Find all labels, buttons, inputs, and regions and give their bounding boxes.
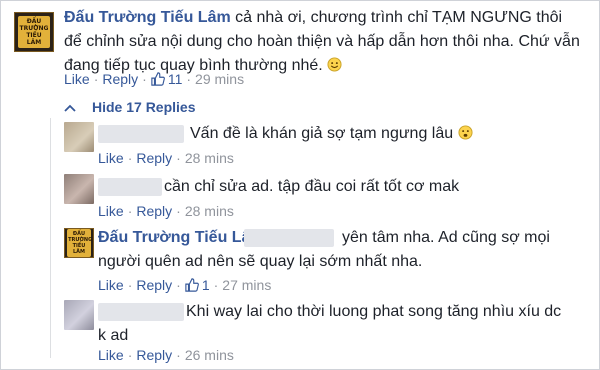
like-link[interactable]: Like bbox=[98, 202, 124, 220]
redacted-author-name[interactable] bbox=[98, 178, 162, 196]
reply-text: Khi way lai cho thời luong phat song tăn… bbox=[98, 303, 562, 344]
reply-time[interactable]: 28 mins bbox=[185, 202, 234, 220]
like-count[interactable]: 1 bbox=[202, 276, 210, 294]
reply-avatar[interactable] bbox=[64, 174, 94, 204]
reply-time[interactable]: 26 mins bbox=[185, 346, 234, 364]
reply-actions: Like · Reply · 1 · 27 mins bbox=[98, 276, 272, 294]
comment-time[interactable]: 29 mins bbox=[195, 70, 244, 88]
redacted-author-name[interactable] bbox=[98, 125, 184, 143]
hide-replies-label: Hide 17 Replies bbox=[92, 99, 196, 115]
like-link[interactable]: Like bbox=[98, 149, 124, 167]
like-link[interactable]: Like bbox=[98, 346, 124, 364]
like-count[interactable]: 11 bbox=[168, 70, 183, 88]
reply-text: Vấn đề là khán giả sợ tạm ngưng lâu bbox=[190, 125, 454, 142]
reply-thread-line bbox=[50, 118, 51, 358]
page-avatar[interactable]: ĐẤU TRƯỜNG TIẾU LÂM bbox=[64, 228, 94, 258]
worried-emoji-icon bbox=[458, 125, 473, 140]
reply-link[interactable]: Reply bbox=[136, 202, 172, 220]
reply-actions: Like · Reply · 28 mins bbox=[98, 202, 234, 220]
reply-link[interactable]: Reply bbox=[136, 276, 172, 294]
hide-replies-toggle[interactable]: Hide 17 Replies bbox=[64, 98, 196, 116]
reply-link[interactable]: Reply bbox=[136, 346, 172, 364]
reply-actions: Like · Reply · 28 mins bbox=[98, 149, 234, 167]
thumbs-up-icon bbox=[185, 278, 199, 292]
smile-emoji-icon bbox=[327, 57, 342, 72]
reply-body: yên tâm nha. Ad cũng sợ mọi người quên a… bbox=[98, 226, 588, 274]
like-link[interactable]: Like bbox=[98, 276, 124, 294]
chevron-up-icon bbox=[64, 98, 78, 116]
reply-text: cần chỉ sửa ad. tập đầu coi rất tốt cơ m… bbox=[164, 178, 460, 195]
main-comment-body: Đấu Trường Tiếu Lâm cả nhà ơi, chương tr… bbox=[64, 6, 584, 78]
reply-body: Vấn đề là khán giả sợ tạm ngưng lâu bbox=[190, 122, 580, 146]
page-logo: ĐẤU TRƯỜNG TIẾU LÂM bbox=[18, 16, 50, 48]
main-comment-actions: Like · Reply · 11 · 29 mins bbox=[64, 70, 245, 88]
thumbs-up-icon bbox=[151, 72, 165, 86]
reply-text: yên tâm nha. Ad cũng sợ mọi người quên a… bbox=[98, 229, 550, 270]
page-logo: ĐẤU TRƯỜNG TIẾU LÂM bbox=[67, 229, 93, 257]
comment-author-name[interactable]: Đấu Trường Tiếu Lâm bbox=[64, 9, 231, 26]
reply-avatar[interactable] bbox=[64, 300, 94, 330]
like-link[interactable]: Like bbox=[64, 70, 90, 88]
reply-avatar[interactable] bbox=[64, 122, 94, 152]
reply-time[interactable]: 27 mins bbox=[222, 276, 271, 294]
page-avatar[interactable]: ĐẤU TRƯỜNG TIẾU LÂM bbox=[14, 12, 54, 52]
reply-body: Khi way lai cho thời luong phat song tăn… bbox=[98, 300, 568, 348]
reply-link[interactable]: Reply bbox=[102, 70, 138, 88]
reply-link[interactable]: Reply bbox=[136, 149, 172, 167]
reply-time[interactable]: 28 mins bbox=[185, 149, 234, 167]
reply-actions: Like · Reply · 26 mins bbox=[98, 346, 234, 364]
reply-body: cần chỉ sửa ad. tập đầu coi rất tốt cơ m… bbox=[164, 175, 574, 199]
